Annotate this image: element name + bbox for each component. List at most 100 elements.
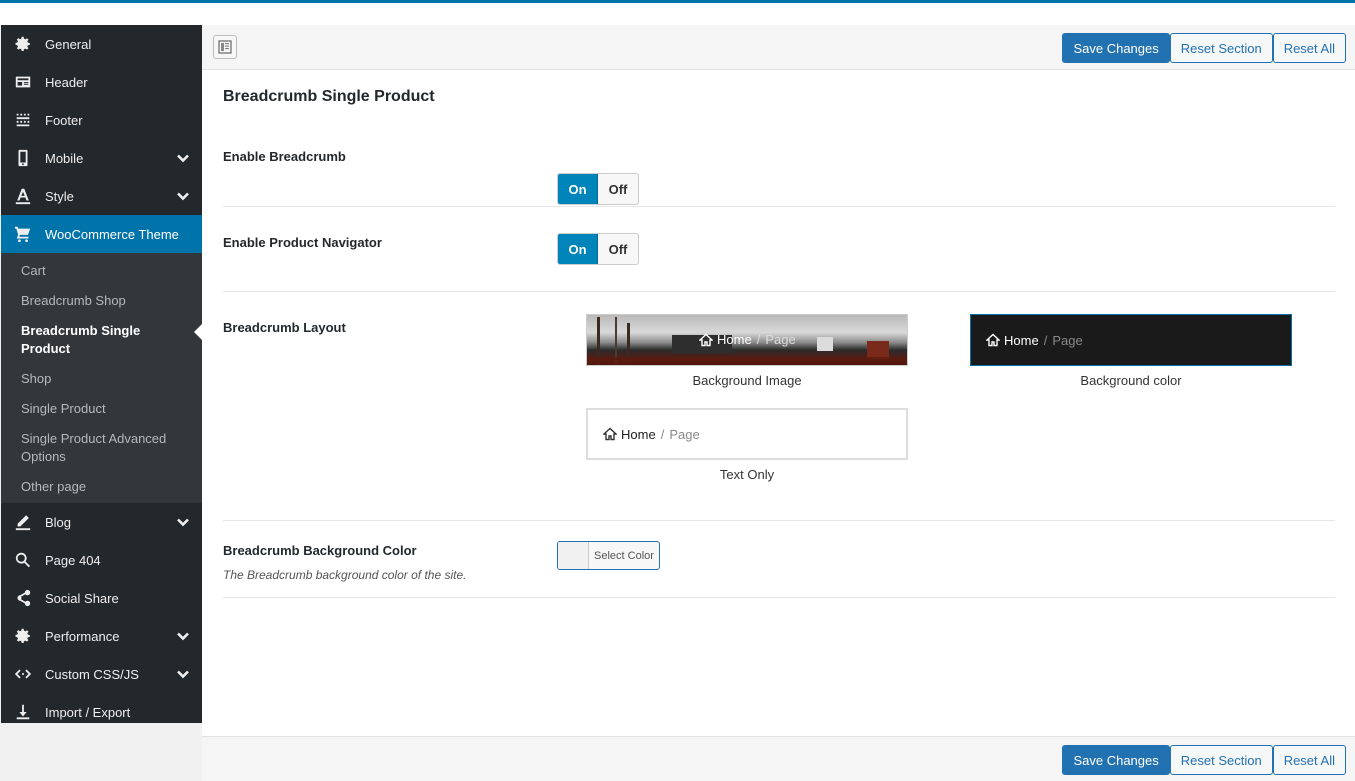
home-icon [986,333,1000,347]
switch-off-option[interactable]: Off [598,234,638,264]
reset-section-button[interactable]: Reset Section [1169,745,1273,775]
sidebar-item-performance[interactable]: Performance [1,617,202,655]
submenu-item-breadcrumb-shop[interactable]: Breadcrumb Shop [1,286,202,316]
switch-off-option[interactable]: Off [598,174,638,204]
header-icon [13,72,33,92]
sidebar-item-label: WooCommerce Theme [45,226,179,242]
gear-icon [13,34,33,54]
layout-preview-image: Home / Page [586,314,908,366]
sidebar-item-label: Page 404 [45,552,101,568]
toolbar-buttons: Save Changes Reset Section Reset All [1062,745,1346,775]
layout-option-background-image[interactable]: Home / Page Background Image [586,314,908,388]
cart-icon [13,224,33,244]
submenu-item-single-product[interactable]: Single Product [1,394,202,424]
sidebar-item-mobile[interactable]: Mobile [1,139,202,177]
crumb-separator: / [660,426,665,442]
crumb-home: Home [1004,332,1039,348]
sidebar-item-label: Import / Export [45,704,131,720]
crumb-page: Page [1052,332,1083,348]
toolbar-buttons: Save Changes Reset Section Reset All [1062,33,1346,63]
sidebar-item-general[interactable]: General [1,25,202,63]
top-spacer [0,3,1355,25]
chevron-down-icon [176,667,190,681]
layout-option-background-color[interactable]: Home / Page Background color [970,314,1292,388]
bg-color-description: The Breadcrumb background color of the s… [223,568,467,582]
search-icon [13,550,33,570]
enable-navigator-switch[interactable]: On Off [557,233,639,265]
expand-options-button[interactable] [213,35,237,59]
reset-all-button[interactable]: Reset All [1272,33,1346,63]
top-toolbar: Save Changes Reset Section Reset All [202,25,1355,70]
layout-caption: Background Image [692,373,802,388]
sidebar-item-social-share[interactable]: Social Share [1,579,202,617]
crumb-page: Page [669,426,700,442]
chevron-down-icon [176,629,190,643]
sidebar-item-label: Style [45,188,74,204]
submenu-item-cart[interactable]: Cart [1,256,202,286]
woocommerce-submenu: Cart Breadcrumb Shop Breadcrumb Single P… [1,253,202,503]
sidebar-item-label: Custom CSS/JS [45,666,139,682]
submenu-item-shop[interactable]: Shop [1,364,202,394]
submenu-item-breadcrumb-single-product[interactable]: Breadcrumb Single Product [1,316,202,364]
color-swatch [558,542,589,569]
crumb-separator: / [1043,332,1048,348]
crumb-separator: / [756,332,761,347]
section-title: Breadcrumb Single Product [223,88,435,105]
sidebar-item-header[interactable]: Header [1,63,202,101]
reset-section-button[interactable]: Reset Section [1169,33,1273,63]
sidebar-item-label: Social Share [45,590,119,606]
save-changes-button[interactable]: Save Changes [1062,33,1170,63]
sidebar-item-footer[interactable]: Footer [1,101,202,139]
gear-icon [13,626,33,646]
download-icon [13,702,33,722]
sidebar-item-page-404[interactable]: Page 404 [1,541,202,579]
layout-option-text-only[interactable]: Home / Page Text Only [586,408,908,482]
breadcrumb-preview: Home / Page [971,333,1083,348]
switch-on-option[interactable]: On [558,174,598,204]
sidebar-item-label: Performance [45,628,120,644]
crumb-page: Page [765,332,796,347]
options-main-panel: Save Changes Reset Section Reset All Bre… [202,25,1355,781]
share-icon [13,588,33,608]
sidebar-item-import-export[interactable]: Import / Export [1,693,202,731]
sidebar-item-label: General [45,36,92,52]
enable-breadcrumb-switch[interactable]: On Off [557,173,639,205]
enable-navigator-row: Enable Product Navigator On Off [223,207,1335,292]
bg-color-label: Breadcrumb Background Color [223,543,417,558]
sidebar-item-woocommerce-theme[interactable]: WooCommerce Theme [1,215,202,253]
chevron-down-icon [176,189,190,203]
mobile-icon [13,148,33,168]
reset-all-button[interactable]: Reset All [1272,745,1346,775]
select-color-button[interactable]: Select Color [557,541,660,570]
save-changes-button[interactable]: Save Changes [1062,745,1170,775]
chevron-down-icon [176,151,190,165]
breadcrumb-layout-row: Breadcrumb Layout Home / Page Background… [223,292,1335,521]
layout-icon [218,40,232,54]
sidebar-item-label: Blog [45,514,72,530]
footer-icon [13,110,33,130]
sidebar-item-style[interactable]: Style [1,177,202,215]
select-color-label: Select Color [594,549,654,562]
enable-navigator-label: Enable Product Navigator [223,235,382,250]
breadcrumb-preview: Home / Page [588,427,700,442]
pen-icon [13,512,33,532]
submenu-item-single-product-advanced[interactable]: Single Product Advanced Options [1,424,202,472]
breadcrumb-preview: Home / Page [699,332,796,347]
sidebar-item-label: Mobile [45,150,84,166]
code-icon [13,664,33,684]
layout-caption: Background color [1080,373,1182,388]
layout-preview-text: Home / Page [586,408,908,460]
home-icon [699,333,713,346]
layout-caption: Text Only [719,467,775,482]
sidebar-item-label: Header [45,74,88,90]
switch-on-option[interactable]: On [558,234,598,264]
options-sidebar: General Header Footer Mobile Style WooCo… [1,25,202,723]
sidebar-item-custom-css-js[interactable]: Custom CSS/JS [1,655,202,693]
submenu-item-other-page[interactable]: Other page [1,472,202,502]
layout-preview-color: Home / Page [970,314,1292,366]
chevron-down-icon [176,515,190,529]
breadcrumb-layout-label: Breadcrumb Layout [223,320,346,335]
crumb-home: Home [717,332,752,347]
crumb-home: Home [621,426,656,442]
sidebar-item-blog[interactable]: Blog [1,503,202,541]
